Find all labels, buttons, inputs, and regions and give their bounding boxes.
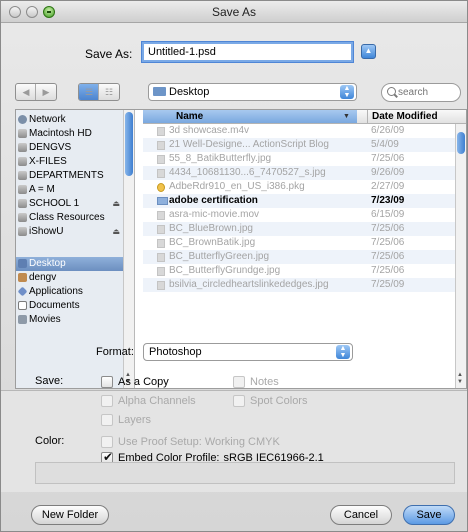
sidebar-scroll-thumb[interactable] <box>125 112 133 176</box>
popup-stepper-icon: ▲ ▼ <box>340 85 354 99</box>
column-header-name[interactable]: Name <box>143 110 357 123</box>
sidebar-item-school-1[interactable]: SCHOOL 1 ⏏ <box>16 197 134 211</box>
file-row: BC_ButterflyGrundge.jpg 7/25/06 <box>143 264 455 278</box>
column-header-date-modified[interactable]: Date Modified <box>367 110 438 123</box>
sidebar-item-a-m[interactable]: A = M <box>16 183 134 197</box>
column-view-icon: ☷ <box>104 87 114 97</box>
sidebar-item-network[interactable]: Network <box>16 113 134 127</box>
file-row: BC_BlueBrown.jpg 7/25/06 <box>143 222 455 236</box>
file-row: AdbeRdr910_en_US_i386.pkg 2/27/09 <box>143 180 455 194</box>
applications-icon <box>17 286 28 297</box>
sidebar-item-movies[interactable]: Movies <box>16 313 134 327</box>
desktop-icon <box>18 259 27 268</box>
sidebar-item-ishowu[interactable]: iShowU ⏏ <box>16 225 134 239</box>
column-view-button[interactable]: ☷ <box>99 84 119 100</box>
history-navigation: ◀ ▶ <box>15 83 57 101</box>
file-list-scrollbar[interactable]: ▲ ▼ <box>455 124 466 388</box>
save-options-label: Save: <box>35 375 64 387</box>
search-icon <box>387 87 396 96</box>
sidebar-item-x-files[interactable]: X-FILES <box>16 155 134 169</box>
color-options-label: Color: <box>35 435 65 447</box>
sidebar-item-applications[interactable]: Applications <box>16 285 134 299</box>
format-value: Photoshop <box>149 346 202 358</box>
disk-icon <box>18 171 27 180</box>
list-view-icon: ☰ <box>84 87 94 97</box>
back-button[interactable]: ◀ <box>16 84 36 100</box>
file-list-header: Name ▼ Date Modified <box>143 110 466 124</box>
sort-descending-icon: ▼ <box>343 113 350 120</box>
file-list-scroll-thumb[interactable] <box>457 132 465 154</box>
dialog-footer: New Folder Cancel Save <box>1 492 467 532</box>
chevron-left-icon: ◀ <box>22 87 30 97</box>
disk-icon <box>18 185 27 194</box>
sidebar-item-dengv[interactable]: dengv <box>16 271 134 285</box>
sidebar-item-documents[interactable]: Documents <box>16 299 134 313</box>
collapse-browser-button[interactable]: ▲ <box>361 44 376 59</box>
file-row: 55_8_BatikButterfly.jpg 7/25/06 <box>143 152 455 166</box>
as-a-copy-checkbox[interactable]: As a Copy <box>101 375 169 389</box>
eject-icon[interactable]: ⏏ <box>112 225 120 239</box>
use-proof-setup-checkbox: Use Proof Setup: Working CMYK <box>101 435 280 449</box>
list-view-button[interactable]: ☰ <box>79 84 99 100</box>
folder-row-adobe-certification[interactable]: adobe certification 7/23/09 <box>143 194 455 208</box>
alpha-channels-checkbox: Alpha Channels <box>101 394 196 408</box>
sidebar-item-macintosh-hd[interactable]: Macintosh HD <box>16 127 134 141</box>
disk-icon <box>18 157 27 166</box>
disk-icon <box>18 199 27 208</box>
view-mode-switch: ☰ ☷ <box>78 83 120 101</box>
sidebar-item-class-resources[interactable]: Class Resources <box>16 211 134 225</box>
chevron-up-icon: ▲ <box>364 46 373 55</box>
eject-icon[interactable]: ⏏ <box>112 197 120 211</box>
chevron-right-icon: ▶ <box>42 87 50 97</box>
file-row: 4434_10681130...6_7470527_s.jpg 9/26/09 <box>143 166 455 180</box>
scroll-arrows-icon[interactable]: ▲ ▼ <box>457 372 463 386</box>
sidebar-item-dengvs[interactable]: DENGVS <box>16 141 134 155</box>
file-row: asra-mic-movie.mov 6/15/09 <box>143 208 455 222</box>
folder-icon <box>153 87 166 96</box>
spot-colors-checkbox: Spot Colors <box>233 394 307 408</box>
save-as-label: Save As: <box>85 47 133 61</box>
notes-checkbox: Notes <box>233 375 279 389</box>
file-row: bsilvia_circledheartslinkededges.jpg 7/25… <box>143 278 455 292</box>
save-as-dialog: Save As Save As: ▲ ◀ ▶ ☰ ☷ Desktop ▲▼ Ne… <box>0 0 468 532</box>
home-icon <box>18 273 27 282</box>
network-icon <box>18 115 27 124</box>
save-as-filename-input[interactable] <box>142 42 353 62</box>
forward-button[interactable]: ▶ <box>36 84 56 100</box>
location-popup[interactable]: Desktop ▲ ▼ <box>148 83 357 101</box>
popup-stepper-icon: ▲ ▼ <box>336 345 350 359</box>
sidebar-item-departments[interactable]: DEPARTMENTS <box>16 169 134 183</box>
documents-icon <box>18 301 27 310</box>
format-select[interactable]: Photoshop ▲ ▼ <box>143 343 353 361</box>
disk-icon <box>18 227 27 236</box>
disk-icon <box>18 213 27 222</box>
window-title: Save As <box>211 5 257 19</box>
file-row: 21 Well-Designe... ActionScript Blog 5/4/… <box>143 138 455 152</box>
warning-area <box>35 462 455 484</box>
layers-checkbox: Layers <box>101 413 151 427</box>
file-row: BC_BrownBatik.jpg 7/25/06 <box>143 236 455 250</box>
movies-icon <box>18 315 27 324</box>
save-button[interactable]: Save <box>403 505 455 525</box>
new-folder-button[interactable]: New Folder <box>31 505 109 525</box>
title-bar: Save As <box>1 1 467 23</box>
format-label: Format: <box>96 346 134 358</box>
file-row: BC_ButterflyGreen.jpg 7/25/06 <box>143 250 455 264</box>
disk-icon <box>18 143 27 152</box>
file-row: 3d showcase.m4v 6/26/09 <box>143 124 455 138</box>
location-label: Desktop <box>169 86 210 98</box>
sidebar-item-desktop[interactable]: Desktop <box>16 257 134 271</box>
cancel-button[interactable]: Cancel <box>330 505 392 525</box>
disk-icon <box>18 129 27 138</box>
